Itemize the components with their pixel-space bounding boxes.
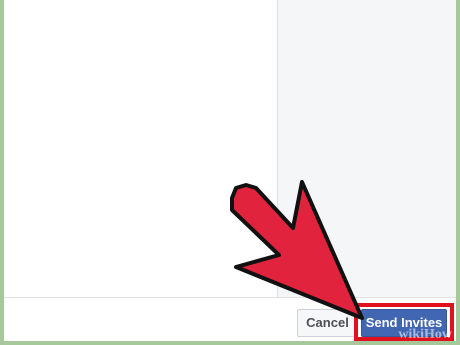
invite-list-pane — [4, 0, 277, 297]
cancel-button[interactable]: Cancel — [297, 309, 358, 337]
send-invites-button[interactable]: Send Invites — [361, 309, 447, 337]
selected-friends-pane — [278, 0, 456, 297]
